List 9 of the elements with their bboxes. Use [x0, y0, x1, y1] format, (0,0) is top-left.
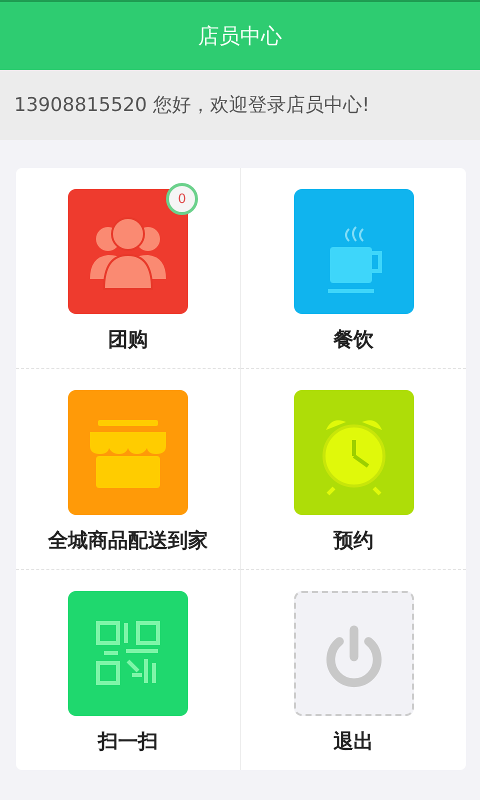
count-badge: 0 — [166, 183, 198, 215]
tile-label: 全城商品配送到家 — [48, 527, 208, 554]
tile-label: 退出 — [334, 728, 374, 755]
tile-label: 餐饮 — [334, 326, 374, 353]
tile-label: 扫一扫 — [98, 728, 158, 755]
welcome-text: 13908815520 您好，欢迎登录店员中心! — [14, 93, 370, 118]
tile-label: 团购 — [108, 326, 148, 353]
header-title: 店员中心 — [198, 23, 282, 50]
tile-label: 预约 — [334, 527, 374, 554]
